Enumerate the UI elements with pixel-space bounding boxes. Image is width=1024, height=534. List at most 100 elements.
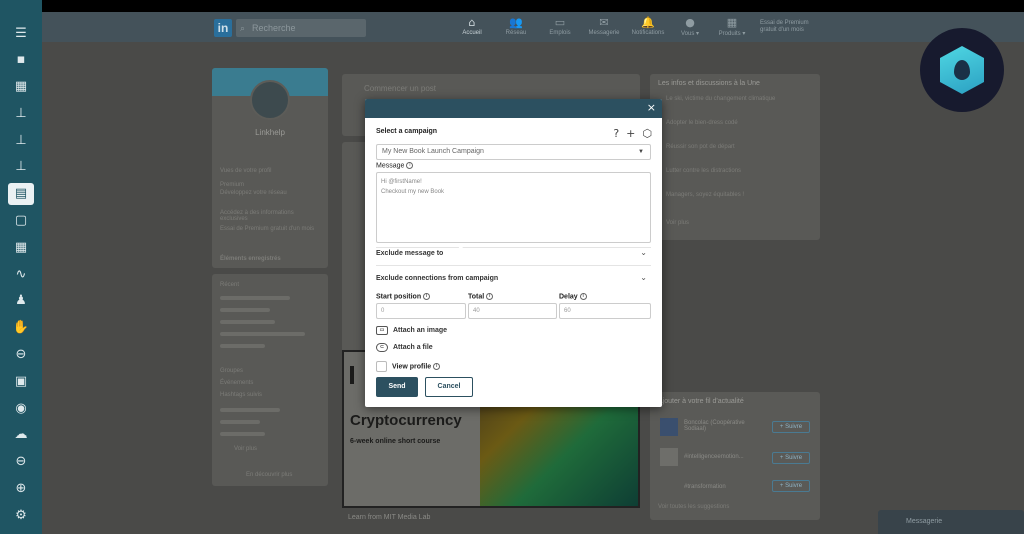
exclude-message-toggle[interactable]: Exclude message to bbox=[376, 250, 443, 257]
news-item[interactable]: Managers, soyez équitables ! bbox=[666, 192, 744, 198]
saved-items-link[interactable]: Éléments enregistrés bbox=[220, 256, 281, 262]
avatar[interactable] bbox=[250, 80, 290, 120]
follow-button[interactable]: + Suivre bbox=[772, 480, 810, 492]
discover-more-link[interactable]: En découvrir plus bbox=[246, 472, 292, 478]
news-see-more[interactable]: Voir plus bbox=[666, 220, 689, 226]
close-icon[interactable]: × bbox=[647, 101, 656, 114]
campaign-alt-icon[interactable]: ⊥ bbox=[8, 129, 34, 151]
caret-down-icon: ▼ bbox=[638, 149, 644, 155]
news-item[interactable]: Réussir son pot de départ bbox=[666, 144, 735, 150]
nav-products[interactable]: ▦ Produits ▾ bbox=[710, 16, 754, 37]
company-logo bbox=[660, 418, 678, 436]
premium-trial-link[interactable]: Essai de Premium gratuit d'un mois bbox=[220, 226, 320, 232]
follow-item-name[interactable]: #intelligenceemotion... bbox=[684, 454, 744, 460]
linkedin-logo[interactable]: in bbox=[214, 19, 232, 37]
profile-name[interactable]: Linkhelp bbox=[212, 128, 328, 137]
follow-button[interactable]: + Suivre bbox=[772, 452, 810, 464]
hashtag-item[interactable] bbox=[220, 432, 265, 436]
minus-circle-alt-icon[interactable]: ⊖ bbox=[8, 451, 34, 473]
delay-label: Delay i bbox=[559, 293, 587, 300]
nav-notifications[interactable]: 🔔 Notifications bbox=[626, 16, 670, 36]
course-title: Cryptocurrency bbox=[350, 412, 462, 429]
message-icon[interactable]: ▤ bbox=[8, 182, 34, 205]
view-profile-checkbox[interactable] bbox=[376, 361, 387, 372]
see-more-link[interactable]: Voir plus bbox=[234, 446, 257, 452]
chevron-down-icon[interactable]: ⌄ bbox=[640, 248, 647, 257]
nav-messaging[interactable]: ✉ Messagerie bbox=[582, 16, 626, 36]
cancel-button[interactable]: Cancel bbox=[425, 377, 473, 397]
recent-item[interactable] bbox=[220, 344, 265, 348]
follow-item-name[interactable]: Boncolac (Coopérative Sodiaal) bbox=[684, 420, 764, 432]
recent-item[interactable] bbox=[220, 296, 290, 300]
recent-item[interactable] bbox=[220, 320, 275, 324]
groups-label[interactable]: Groupes bbox=[220, 368, 243, 374]
eye-icon[interactable]: ◉ bbox=[8, 397, 34, 419]
hashtags-label[interactable]: Hashtags suivis bbox=[220, 392, 262, 398]
campaign-third-icon[interactable]: ⊥ bbox=[8, 156, 34, 178]
attach-image-label: Attach an image bbox=[393, 327, 448, 334]
nav-network[interactable]: 👥 Réseau bbox=[494, 16, 538, 36]
premium-trial-link[interactable]: Essai de Premium gratuit d'un mois bbox=[760, 20, 820, 34]
nav-me[interactable]: ● Vous ▾ bbox=[668, 16, 712, 37]
send-button[interactable]: Send bbox=[376, 377, 418, 397]
grow-network-link[interactable]: Développez votre réseau bbox=[220, 190, 287, 196]
course-caption[interactable]: Learn from MIT Media Lab bbox=[348, 514, 430, 521]
recent-item[interactable] bbox=[220, 308, 270, 312]
news-header: Les infos et discussions à la Une bbox=[658, 80, 760, 87]
campaign-actions: ? + ⬡ bbox=[613, 127, 652, 140]
messaging-label: Messagerie bbox=[906, 518, 943, 525]
trend-icon[interactable]: ∿ bbox=[8, 263, 34, 285]
news-item[interactable]: Lutter contre les distractions bbox=[666, 168, 741, 174]
start-post-button[interactable]: Commencer un post bbox=[364, 84, 436, 93]
news-item[interactable]: Le ski, victime du changement climatique bbox=[666, 96, 775, 102]
divider bbox=[376, 247, 651, 248]
attach-image-button[interactable]: ▭ Attach an image bbox=[376, 326, 447, 335]
search-input[interactable]: ⌕ Recherche bbox=[236, 19, 366, 37]
help-circle-icon[interactable]: ? bbox=[613, 127, 619, 140]
messaging-bar[interactable]: Messagerie bbox=[878, 510, 1024, 534]
extension-logo-badge[interactable] bbox=[920, 28, 1004, 112]
total-input[interactable]: 40 bbox=[468, 303, 557, 319]
profile-visitors[interactable]: Vues de votre profil bbox=[220, 168, 271, 174]
grid-dashboard-icon[interactable]: ▦ bbox=[8, 76, 34, 98]
image-icon: ▭ bbox=[376, 326, 388, 335]
nav-jobs[interactable]: ▭ Emplois bbox=[538, 16, 582, 36]
info-icon: i bbox=[406, 162, 414, 169]
contact-icon[interactable]: ▣ bbox=[8, 370, 34, 392]
delay-input[interactable]: 60 bbox=[559, 303, 651, 319]
cloud-icon[interactable]: ☁ bbox=[8, 424, 34, 446]
menu-icon[interactable]: ☰ bbox=[8, 22, 34, 44]
news-item[interactable]: Adopter le bien-dress codé bbox=[666, 120, 738, 126]
message-label-text: Message bbox=[376, 162, 405, 170]
message-label: Message i bbox=[376, 162, 414, 170]
all-suggestions-link[interactable]: Voir toutes les suggestions bbox=[658, 504, 729, 510]
nav-home[interactable]: ⌂ Accueil bbox=[450, 16, 494, 36]
hashtag-item[interactable] bbox=[220, 420, 260, 424]
follow-item-name[interactable]: #transformation bbox=[684, 484, 726, 490]
plus-circle-icon[interactable]: ⊕ bbox=[8, 478, 34, 500]
add-user-icon[interactable]: ♟ bbox=[8, 290, 34, 312]
start-position-input[interactable]: 0 bbox=[376, 303, 466, 319]
hexagon-settings-icon[interactable]: ⬡ bbox=[642, 127, 652, 140]
chevron-down-icon[interactable]: ⌄ bbox=[640, 273, 647, 282]
message-textarea[interactable]: Hi @firstName! Checkout my new Book bbox=[376, 172, 651, 243]
settings-icon[interactable]: ⚙ bbox=[8, 504, 34, 526]
start-position-text: Start position bbox=[376, 293, 422, 301]
info-icon: i bbox=[579, 293, 587, 300]
campaign-select[interactable]: My New Book Launch Campaign ▼ bbox=[376, 144, 651, 160]
like-icon[interactable]: ✋ bbox=[8, 317, 34, 339]
hashtag-item[interactable] bbox=[220, 408, 280, 412]
attach-file-button[interactable]: ⊂ Attach a file bbox=[376, 343, 433, 352]
follow-button[interactable]: + Suivre bbox=[772, 421, 810, 433]
plus-icon[interactable]: + bbox=[626, 127, 635, 140]
recent-item[interactable] bbox=[220, 332, 305, 336]
nav-label: Réseau bbox=[505, 30, 527, 36]
total-text: Total bbox=[468, 293, 485, 301]
events-label[interactable]: Événements bbox=[220, 380, 253, 386]
grid-icon[interactable]: ▦ bbox=[8, 236, 34, 258]
exclude-connections-toggle[interactable]: Exclude connections from campaign bbox=[376, 275, 498, 282]
dashboard-icon[interactable]: ▪ bbox=[8, 49, 34, 71]
minus-circle-icon[interactable]: ⊖ bbox=[8, 344, 34, 366]
chat-icon[interactable]: ▢ bbox=[8, 210, 34, 232]
campaign-icon[interactable]: ⊥ bbox=[8, 102, 34, 124]
